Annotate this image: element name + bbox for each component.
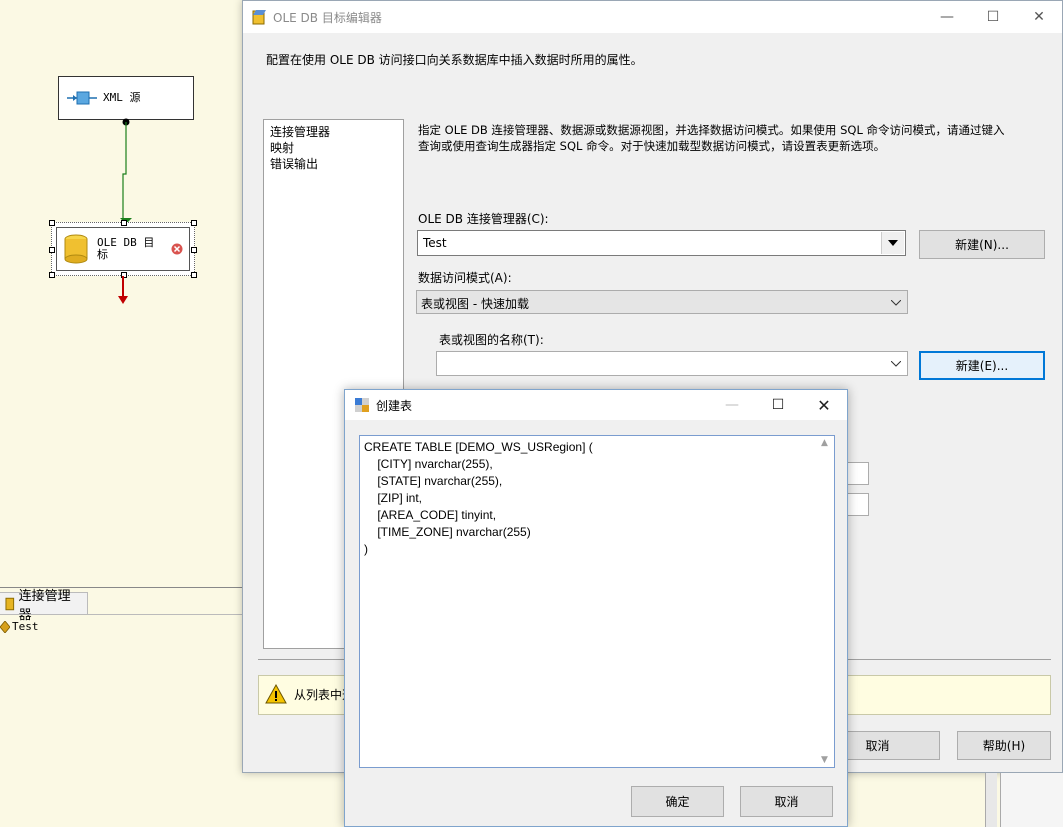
resize-handle[interactable] <box>191 272 197 278</box>
new-table-button[interactable]: 新建(E)... <box>919 351 1045 380</box>
close-button[interactable]: ✕ <box>801 390 847 420</box>
maximize-button[interactable]: ☐ <box>755 390 801 420</box>
connection-managers-pane: 连接管理器 Test <box>0 587 243 827</box>
connection-manager-label: OLE DB 连接管理器(C): <box>418 212 549 226</box>
close-button[interactable]: ✕ <box>1016 1 1062 33</box>
chevron-down-icon <box>891 361 901 367</box>
title-bar[interactable]: OLE DB 目标编辑器 — ☐ ✕ <box>243 1 1062 33</box>
database-icon <box>64 234 88 264</box>
sql-line: [CITY] nvarchar(255), <box>364 457 493 471</box>
dialog-title: 创建表 <box>376 398 413 413</box>
xml-source-label: XML 源 <box>103 91 141 104</box>
minimize-button[interactable]: — <box>924 1 970 33</box>
title-bar[interactable]: 创建表 — ☐ ✕ <box>345 390 847 420</box>
connection-managers-tab[interactable]: 连接管理器 <box>0 589 88 623</box>
sql-line: [TIME_ZONE] nvarchar(255) <box>364 525 531 539</box>
connection-managers-tab-label: 连接管理器 <box>18 588 71 623</box>
new-connection-button[interactable]: 新建(N)... <box>919 230 1045 259</box>
sql-editor[interactable]: CREATE TABLE [DEMO_WS_USRegion] ( [CITY]… <box>359 435 835 768</box>
resize-handle[interactable] <box>191 247 197 253</box>
nav-item-connection-manager[interactable]: 连接管理器 <box>270 124 397 140</box>
create-table-dialog: 创建表 — ☐ ✕ CREATE TABLE [DEMO_WS_USRegion… <box>344 389 848 827</box>
resize-handle[interactable] <box>49 272 55 278</box>
access-mode-label: 数据访问模式(A): <box>418 271 512 285</box>
resize-handle[interactable] <box>121 220 127 226</box>
help-button[interactable]: 帮助(H) <box>957 731 1051 760</box>
table-name-label: 表或视图的名称(T): <box>439 333 544 347</box>
resize-handle[interactable] <box>191 220 197 226</box>
cancel-button[interactable]: 取消 <box>740 786 833 817</box>
sql-line: ) <box>364 542 368 556</box>
maximize-button[interactable]: ☐ <box>970 1 1016 33</box>
connection-icon <box>0 620 10 633</box>
connection-manager-combo[interactable]: Test <box>417 230 906 256</box>
nav-item-mappings[interactable]: 映射 <box>270 140 397 156</box>
sql-line: CREATE TABLE [DEMO_WS_USRegion] ( <box>364 440 593 454</box>
nav-item-error-output[interactable]: 错误输出 <box>270 156 397 172</box>
data-flow-path[interactable] <box>115 118 135 228</box>
dialog-description: 配置在使用 OLE DB 访问接口向关系数据库中插入数据时所用的属性。 <box>266 53 643 67</box>
warning-icon <box>265 684 287 704</box>
ole-db-destination-label: OLE DB 目 标 <box>97 236 155 261</box>
chevron-down-icon <box>888 240 898 246</box>
access-mode-combo[interactable]: 表或视图 - 快速加载 <box>416 290 908 314</box>
app-icon <box>355 398 369 412</box>
instructions-line-2: 查询或使用查询生成器指定 SQL 命令。对于快速加载型数据访问模式，请设置表更新… <box>418 139 886 153</box>
resize-handle[interactable] <box>49 247 55 253</box>
scroll-up-icon[interactable]: ▲ <box>821 438 828 448</box>
vertical-scrollbar[interactable]: ▲ ▼ <box>817 436 834 767</box>
xml-source-icon <box>67 91 97 105</box>
minimize-button[interactable]: — <box>709 390 755 420</box>
instructions-line-1: 指定 OLE DB 连接管理器、数据源或数据源视图，并选择数据访问模式。如果使用… <box>418 123 1005 137</box>
scroll-down-icon[interactable]: ▼ <box>821 755 828 765</box>
connection-manager-icon <box>5 597 15 610</box>
connection-manager-item[interactable]: Test <box>0 620 39 633</box>
app-icon <box>252 10 266 25</box>
sql-line: [AREA_CODE] tinyint, <box>364 508 497 522</box>
chevron-down-icon <box>891 300 901 306</box>
dropdown-arrow-button[interactable] <box>881 232 904 254</box>
sql-line: [STATE] nvarchar(255), <box>364 474 503 488</box>
ole-db-destination-component[interactable]: OLE DB 目 标 <box>49 220 197 278</box>
ok-button[interactable]: 确定 <box>631 786 724 817</box>
xml-source-component[interactable]: XML 源 <box>58 76 194 120</box>
table-name-combo[interactable] <box>436 351 908 376</box>
resize-handle[interactable] <box>49 220 55 226</box>
sql-line: [ZIP] int, <box>364 491 423 505</box>
error-output-arrow[interactable] <box>116 276 130 306</box>
dialog-title: OLE DB 目标编辑器 <box>273 10 382 25</box>
error-icon <box>171 243 183 255</box>
